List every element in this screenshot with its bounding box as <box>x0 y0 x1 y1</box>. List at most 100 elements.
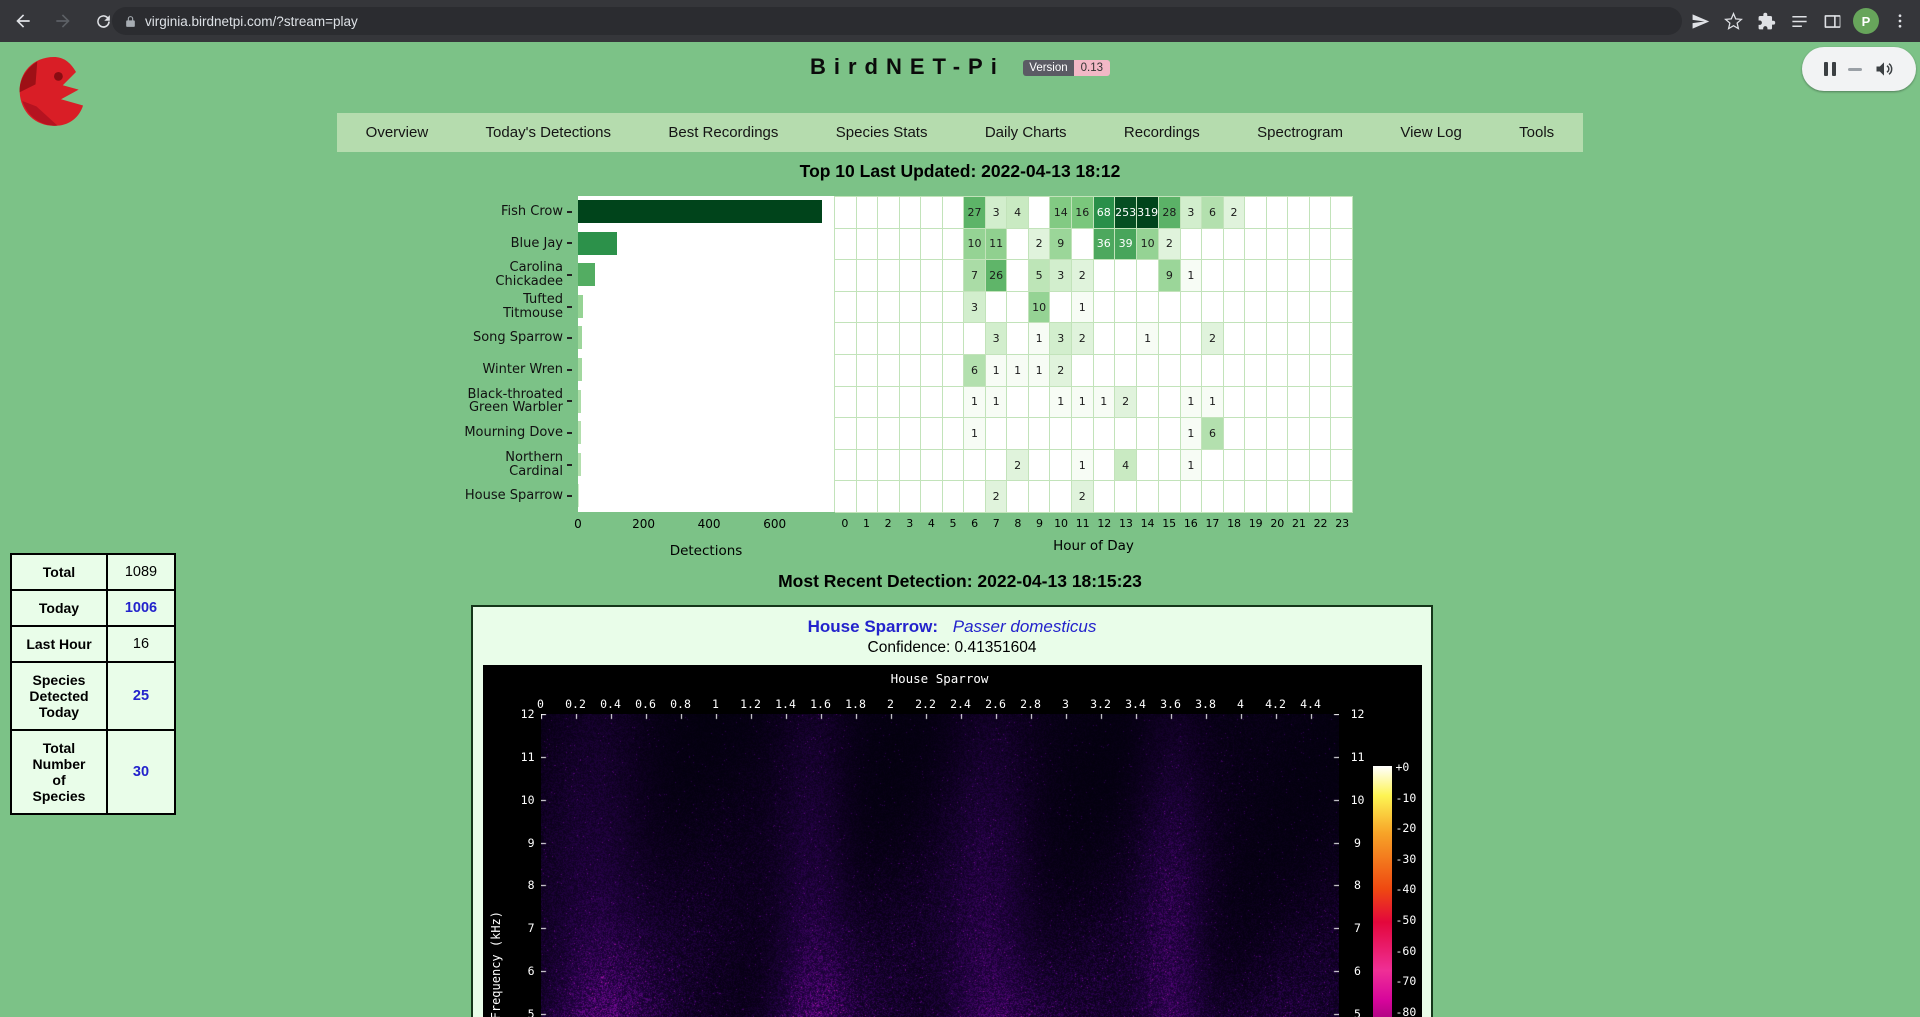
chart-species-label: House Sparrow <box>465 489 563 503</box>
heatmap-cell <box>1159 355 1181 387</box>
nav-menu: Overview Today's Detections Best Recording… <box>337 113 1583 152</box>
stats-value[interactable]: 1006 <box>107 590 175 626</box>
stats-label: Last Hour <box>11 626 107 662</box>
address-bar[interactable]: virginia.birdnetpi.com/?stream=play <box>112 7 1682 35</box>
chart-bar <box>578 390 581 413</box>
recent-detection-panel: House Sparrow: Passer domesticus Confide… <box>471 605 1433 1017</box>
heatmap-cell <box>943 481 965 513</box>
heatmap-cell <box>900 323 922 355</box>
spectrogram-time-tick: 0.2 <box>565 697 586 711</box>
heatmap-cell <box>1267 481 1289 513</box>
spectrogram-time-tick: 1.4 <box>775 697 796 711</box>
axis-tick-label: 6 <box>964 517 986 530</box>
volume-button[interactable] <box>1874 59 1894 79</box>
chart-bar-row <box>578 386 834 418</box>
spectrogram-freq-tick-right: 5 <box>1345 1007 1371 1017</box>
heatmap-cell <box>964 323 986 355</box>
menu-button[interactable] <box>1888 9 1912 33</box>
share-button[interactable] <box>1688 9 1712 33</box>
heatmap-cell <box>900 481 922 513</box>
axis-tick-label: 21 <box>1288 517 1310 530</box>
heatmap-cell <box>1245 450 1267 482</box>
heatmap-cell: 3 <box>964 292 986 324</box>
heatmap-cell <box>1224 355 1246 387</box>
nav-item-species-stats[interactable]: Species Stats <box>826 124 938 141</box>
heatmap-cell <box>1331 418 1353 450</box>
heatmap-cell <box>1007 387 1029 419</box>
heatmap-cell <box>943 197 965 229</box>
chart-bar-row <box>578 322 834 354</box>
heatmap-cell <box>921 418 943 450</box>
stats-value[interactable]: 25 <box>107 662 175 730</box>
nav-item-tools[interactable]: Tools <box>1509 124 1564 141</box>
chart-species-label: Winter Wren <box>482 363 563 377</box>
heatmap-cell <box>857 418 879 450</box>
chart-bar-row <box>578 449 834 481</box>
side-panel-button[interactable] <box>1820 9 1844 33</box>
spectrogram-time-tick: 4.4 <box>1300 697 1321 711</box>
heatmap-cell <box>1310 260 1332 292</box>
spectrogram-freq-tick-left: 8 <box>509 878 535 892</box>
axis-tick-label: 12 <box>1094 517 1116 530</box>
heatmap-cell <box>857 292 879 324</box>
axis-tick-label: 400 <box>698 517 721 531</box>
axis-tick-label: 8 <box>1007 517 1029 530</box>
heatmap-cell <box>1245 481 1267 513</box>
stats-value[interactable]: 30 <box>107 730 175 814</box>
axis-tick-label: 17 <box>1202 517 1224 530</box>
chart-bar <box>578 484 579 507</box>
heatmap-cell <box>1181 481 1203 513</box>
heatmap-cell <box>1159 481 1181 513</box>
heatmap-cell: 2 <box>986 481 1008 513</box>
spectrogram-freq-tick-right: 11 <box>1345 750 1371 764</box>
forward-button[interactable] <box>46 4 80 38</box>
heatmap-cell: 7 <box>964 260 986 292</box>
spectrogram-time-tick: 3.4 <box>1125 697 1146 711</box>
heatmap-cell <box>900 292 922 324</box>
nav-item-daily-charts[interactable]: Daily Charts <box>975 124 1077 141</box>
chart-species-label-row: Tufted Titmouse <box>420 291 572 323</box>
heatmap-cell <box>1267 450 1289 482</box>
nav-item-best-recordings[interactable]: Best Recordings <box>658 124 788 141</box>
reading-list-button[interactable] <box>1787 9 1811 33</box>
heatmap-cell: 3 <box>986 323 1008 355</box>
heatmap-cell: 2 <box>1115 387 1137 419</box>
heatmap-cell <box>943 418 965 450</box>
heatmap-cell: 10 <box>1029 292 1051 324</box>
heatmap-cell <box>1224 292 1246 324</box>
axis-tick-label: 14 <box>1137 517 1159 530</box>
bookmark-button[interactable] <box>1721 9 1745 33</box>
spectrogram-time-tick: 4 <box>1237 697 1244 711</box>
heatmap-cell <box>900 387 922 419</box>
detection-latin-name: Passer domesticus <box>953 617 1097 636</box>
nav-item-recordings[interactable]: Recordings <box>1114 124 1210 141</box>
detection-common-name[interactable]: House Sparrow: <box>808 617 938 636</box>
back-button[interactable] <box>6 4 40 38</box>
nav-item-view-log[interactable]: View Log <box>1390 124 1471 141</box>
pause-button[interactable] <box>1824 62 1836 76</box>
chart-bar <box>578 358 582 381</box>
heatmap-cell <box>857 323 879 355</box>
heatmap-cell <box>878 229 900 261</box>
heatmap-cell: 2 <box>1072 260 1094 292</box>
seek-bar[interactable] <box>1848 68 1862 71</box>
side-panel-icon <box>1823 12 1842 31</box>
extensions-button[interactable] <box>1754 9 1778 33</box>
detection-species-line: House Sparrow: Passer domesticus <box>473 617 1431 637</box>
heatmap-cell <box>835 197 857 229</box>
audio-player <box>1802 47 1916 91</box>
heatmap-cell <box>1310 418 1332 450</box>
heatmap-cell <box>900 229 922 261</box>
profile-avatar[interactable]: P <box>1853 8 1879 34</box>
heatmap-cell <box>1310 229 1332 261</box>
spectrogram-canvas <box>541 714 1339 1017</box>
heatmap-cell <box>857 197 879 229</box>
heatmap-cell: 1 <box>1181 387 1203 419</box>
nav-item-today-s-detections[interactable]: Today's Detections <box>476 124 621 141</box>
nav-item-spectrogram[interactable]: Spectrogram <box>1247 124 1353 141</box>
heatmap-cell <box>986 292 1008 324</box>
heatmap-cell: 27 <box>964 197 986 229</box>
nav-item-overview[interactable]: Overview <box>356 124 439 141</box>
heatmap-cell <box>900 450 922 482</box>
axis-tick-mark <box>567 306 572 308</box>
